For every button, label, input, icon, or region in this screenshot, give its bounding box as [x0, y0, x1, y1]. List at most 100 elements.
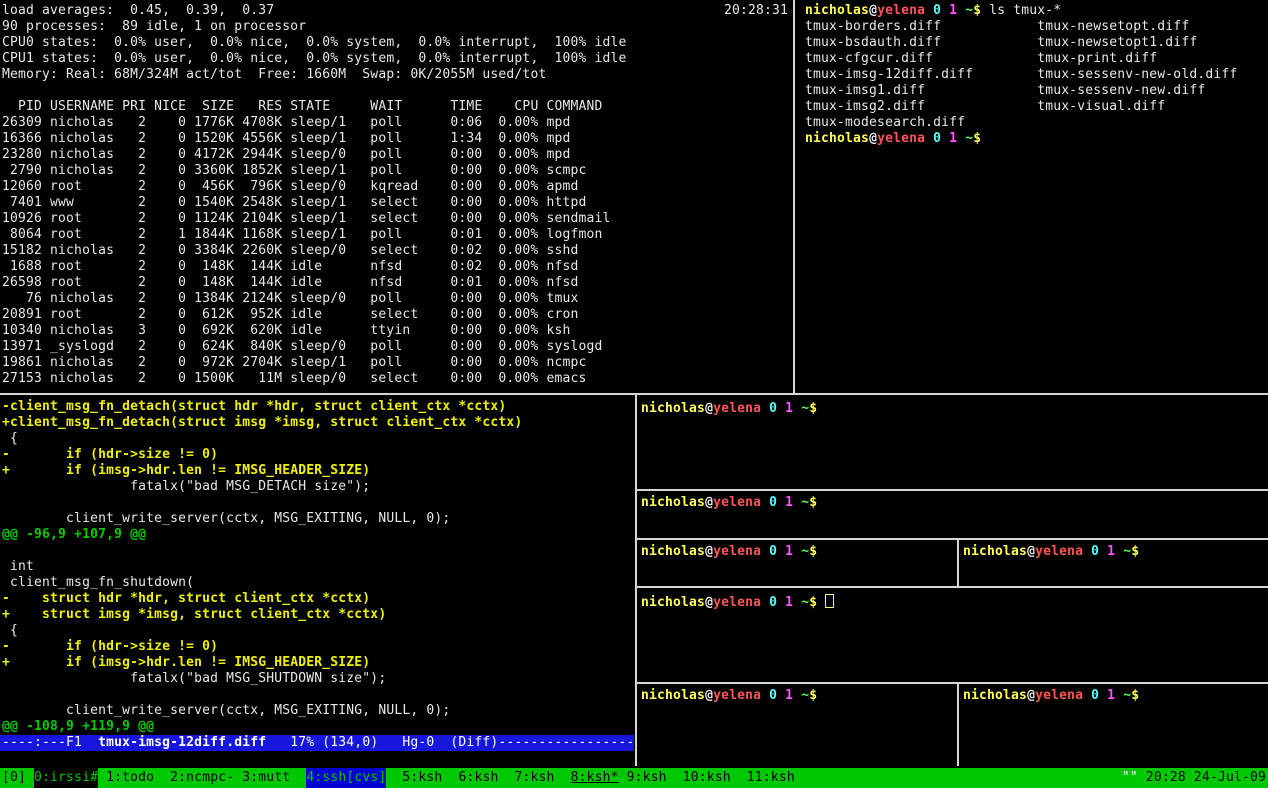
pane-border-vertical-top[interactable]	[793, 0, 795, 393]
pane-border[interactable]	[637, 489, 1268, 491]
top-process-row: 10926 root 2 0 1124K 2104K sleep/1 selec…	[2, 211, 794, 227]
shell-prompt-seg: 1	[1107, 544, 1115, 559]
shell-prompt-seg	[1083, 688, 1091, 703]
status-window-4-ssh-cvs[interactable]: 4:ssh[cvs]	[306, 768, 386, 788]
pane-shell-5-right[interactable]: nicholas@yelena 0 1 ~$	[959, 684, 1268, 770]
pane-border[interactable]	[637, 682, 1268, 684]
shell-prompt-seg	[777, 595, 785, 610]
status-window-1-todo[interactable]: 1:todo	[106, 770, 154, 785]
diff-line: + if (imsg->hdr.len != IMSG_HEADER_SIZE)	[2, 463, 636, 479]
shell-prompt-seg: $	[973, 131, 981, 146]
shell-prompt-seg	[793, 401, 801, 416]
status-window-0-irssi[interactable]: 0:irssi#	[34, 768, 98, 788]
pane-shell-5-left[interactable]: nicholas@yelena 0 1 ~$	[637, 684, 961, 770]
shell-prompt-line: nicholas@yelena 0 1 ~$	[641, 495, 1268, 511]
top-process-row: 1688 root 2 0 148K 144K idle nfsd 0:02 0…	[2, 259, 794, 275]
diff-line	[2, 543, 636, 559]
top-process-row: 26598 root 2 0 148K 144K idle nfsd 0:01 …	[2, 275, 794, 291]
pane-shell-4[interactable]: nicholas@yelena 0 1 ~$	[637, 588, 1268, 686]
status-window-8-ksh[interactable]: 8:ksh*	[571, 770, 619, 785]
shell-prompt-seg: $	[809, 495, 817, 510]
shell-prompt-line: nicholas@yelena 0 1 ~$	[641, 544, 961, 560]
status-window-separator	[499, 770, 515, 785]
ls-file-row: tmux-imsg2.diff tmux-visual.diff	[805, 99, 1268, 115]
top-process-row: 23280 nicholas 2 0 4172K 2944K sleep/0 p…	[2, 147, 794, 163]
shell-prompt-seg	[761, 495, 769, 510]
status-window-10-ksh[interactable]: 10:ksh	[683, 770, 731, 785]
top-summary-line: load averages: 0.45, 0.39, 0.37	[2, 3, 794, 19]
diff-line: fatalx("bad MSG_DETACH size");	[2, 479, 636, 495]
tmux-status-bar: [0] 0:irssi# 1:todo 2:ncmpc- 3:mutt 4:ss…	[0, 768, 1268, 788]
status-window-separator	[290, 770, 306, 785]
shell-prompt-seg: @	[705, 401, 713, 416]
pane-shell-2[interactable]: nicholas@yelena 0 1 ~$	[637, 491, 1268, 542]
pane-emacs-diff[interactable]: -client_msg_fn_detach(struct hdr *hdr, s…	[0, 397, 636, 768]
top-process-row: 12060 root 2 0 456K 796K sleep/0 kqread …	[2, 179, 794, 195]
status-window-6-ksh[interactable]: 6:ksh	[458, 770, 498, 785]
shell-prompt-seg: @	[705, 595, 713, 610]
top-process-row: 10340 nicholas 3 0 692K 620K idle ttyin …	[2, 323, 794, 339]
terminal-cursor	[825, 594, 834, 608]
pane-border[interactable]	[637, 538, 1268, 540]
shell-prompt-seg: yelena	[877, 3, 925, 18]
pane-shell-3-right[interactable]: nicholas@yelena 0 1 ~$	[959, 540, 1268, 590]
shell-prompt-seg: 1	[949, 3, 957, 18]
pane-shell-1[interactable]: nicholas@yelena 0 1 ~$	[637, 397, 1268, 493]
shell-prompt-seg	[777, 401, 785, 416]
status-window-separator	[619, 770, 627, 785]
status-window-9-ksh[interactable]: 9:ksh	[627, 770, 667, 785]
shell-prompt-seg: 0	[933, 131, 941, 146]
shell-prompt-line: nicholas@yelena 0 1 ~$	[641, 401, 1268, 417]
diff-line: client_write_server(cctx, MSG_EXITING, N…	[2, 703, 636, 719]
diff-line: @@ -108,9 +119,9 @@	[2, 719, 636, 735]
pane-top-command[interactable]: 20:28:31 load averages: 0.45, 0.39, 0.37…	[0, 0, 794, 395]
shell-prompt-seg	[793, 495, 801, 510]
status-window-3-mutt[interactable]: 3:mutt	[242, 770, 290, 785]
shell-prompt-seg	[793, 688, 801, 703]
status-date-time: 20:28 24-Jul-09	[1138, 770, 1266, 785]
shell-prompt-seg: @	[869, 131, 877, 146]
shell-prompt-seg: nicholas	[805, 131, 869, 146]
shell-prompt-seg: 0	[769, 495, 777, 510]
shell-prompt-seg: 0	[1091, 688, 1099, 703]
pane-border[interactable]	[637, 586, 1268, 588]
shell-prompt-seg: nicholas	[641, 595, 705, 610]
pane-border[interactable]	[957, 540, 959, 586]
diff-line: +client_msg_fn_detach(struct imsg *imsg,…	[2, 415, 636, 431]
status-window-11-ksh[interactable]: 11:ksh	[747, 770, 795, 785]
shell-prompt-seg: yelena	[713, 495, 761, 510]
top-clock: 20:28:31	[724, 3, 788, 19]
shell-prompt-seg: nicholas	[963, 688, 1027, 703]
ls-file-row: tmux-bsdauth.diff tmux-newsetopt1.diff	[805, 35, 1268, 51]
shell-prompt-seg	[1083, 544, 1091, 559]
shell-prompt-seg: @	[869, 3, 877, 18]
shell-prompt-seg: yelena	[713, 595, 761, 610]
top-process-row: 15182 nicholas 2 0 3384K 2260K sleep/0 s…	[2, 243, 794, 259]
shell-prompt-seg	[1115, 688, 1123, 703]
diff-line	[2, 687, 636, 703]
top-summary-line: 90 processes: 89 idle, 1 on processor	[2, 19, 794, 35]
shell-prompt-seg: 0	[1091, 544, 1099, 559]
ls-output: nicholas@yelena 0 1 ~$ ls tmux-*tmux-bor…	[805, 3, 1268, 147]
shell-prompt-seg	[793, 544, 801, 559]
top-process-row: 16366 nicholas 2 0 1520K 4556K sleep/1 p…	[2, 131, 794, 147]
status-window-5-ksh[interactable]: 5:ksh	[402, 770, 442, 785]
top-summary-line: Memory: Real: 68M/324M act/tot Free: 166…	[2, 67, 794, 83]
shell-prompt-seg: $	[809, 595, 817, 610]
shell-prompt-seg	[925, 3, 933, 18]
pane-shell-ls[interactable]: nicholas@yelena 0 1 ~$ ls tmux-*tmux-bor…	[797, 0, 1268, 395]
shell-prompt-line: nicholas@yelena 0 1 ~$	[963, 544, 1268, 560]
pane-border[interactable]	[957, 684, 959, 766]
shell-prompt-seg	[777, 688, 785, 703]
top-summary-line: CPU1 states: 0.0% user, 0.0% nice, 0.0% …	[2, 51, 794, 67]
shell-prompt-seg: @	[705, 544, 713, 559]
status-window-7-ksh[interactable]: 7:ksh	[515, 770, 555, 785]
pane-shell-3-left[interactable]: nicholas@yelena 0 1 ~$	[637, 540, 961, 590]
shell-prompt-seg: nicholas	[963, 544, 1027, 559]
diff-line: fatalx("bad MSG_SHUTDOWN size");	[2, 671, 636, 687]
top-table-header: PID USERNAME PRI NICE SIZE RES STATE WAI…	[2, 99, 794, 115]
shell-prompt-seg: yelena	[713, 544, 761, 559]
pane-border-horizontal-main[interactable]	[0, 393, 1268, 395]
status-window-separator	[667, 770, 683, 785]
status-window-2-ncmpc[interactable]: 2:ncmpc-	[170, 770, 234, 785]
